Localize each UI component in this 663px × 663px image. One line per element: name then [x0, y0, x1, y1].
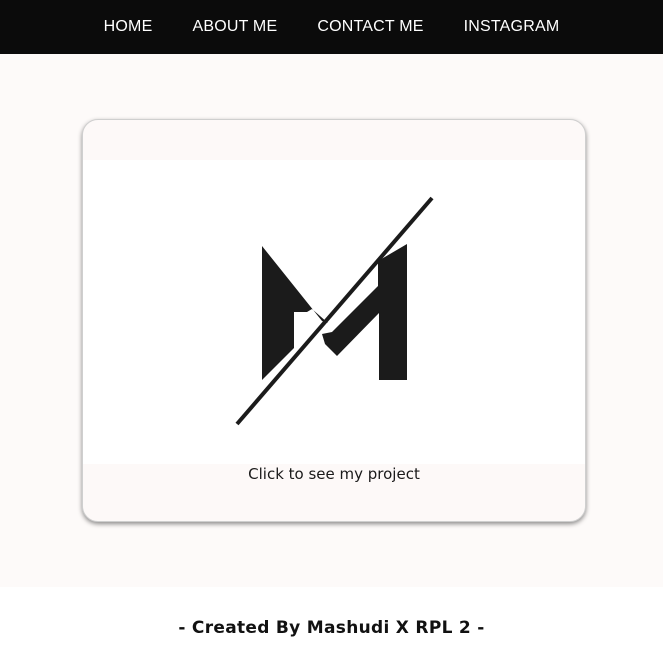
nav-item-instagram: INSTAGRAM	[444, 0, 580, 54]
nav-item-home: HOME	[84, 0, 173, 54]
nav-menu: HOME ABOUT ME CONTACT ME INSTAGRAM	[84, 0, 580, 54]
nav-link-about-me[interactable]: ABOUT ME	[172, 0, 297, 54]
logo-image[interactable]	[83, 160, 585, 464]
footer-credit: - Created By Mashudi X RPL 2 -	[178, 618, 485, 638]
main-section: Click to see my project	[0, 54, 663, 587]
nav-link-contact-me[interactable]: CONTACT ME	[297, 0, 443, 54]
top-navbar: HOME ABOUT ME CONTACT ME INSTAGRAM	[0, 0, 663, 54]
m-monogram-logo-icon	[235, 196, 434, 426]
nav-item-about: ABOUT ME	[172, 0, 297, 54]
project-card[interactable]: Click to see my project	[82, 119, 586, 522]
card-caption[interactable]: Click to see my project	[83, 464, 585, 484]
page-footer: - Created By Mashudi X RPL 2 -	[0, 587, 663, 663]
nav-item-contact: CONTACT ME	[297, 0, 443, 54]
nav-link-home[interactable]: HOME	[84, 0, 173, 54]
nav-link-instagram[interactable]: INSTAGRAM	[444, 0, 580, 54]
